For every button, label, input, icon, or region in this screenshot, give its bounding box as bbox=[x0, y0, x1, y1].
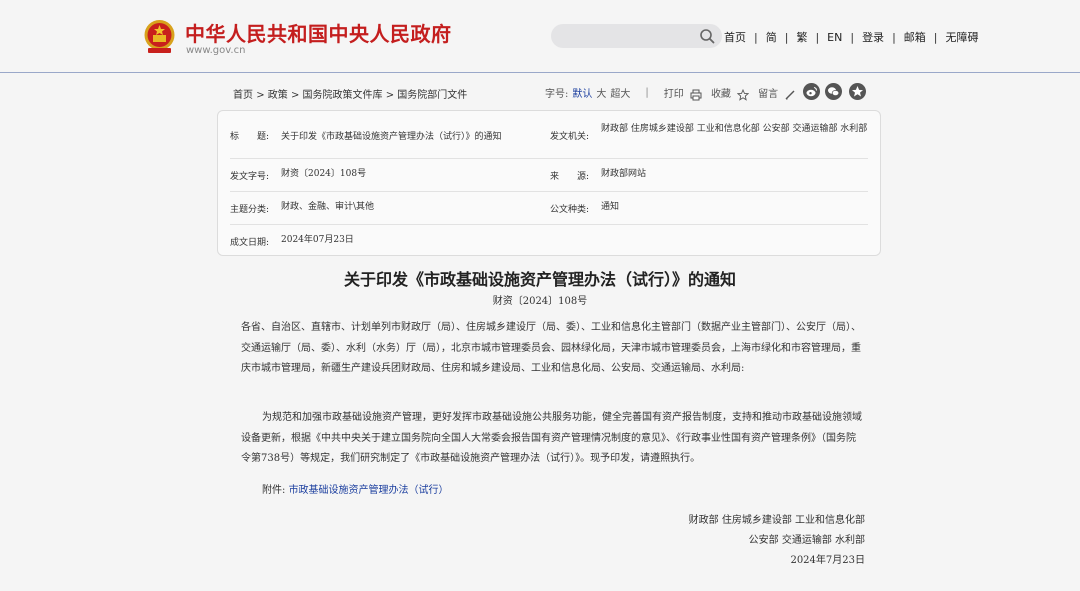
nav-simplified[interactable]: 简 bbox=[766, 29, 777, 45]
document-title: 关于印发《市政基础设施资产管理办法（试行）》的通知 bbox=[343, 270, 736, 289]
metadata-row: 标 题: 关于印发《市政基础设施资产管理办法（试行）》的通知 发文机关: 财政部… bbox=[230, 121, 868, 159]
nav-divider: | bbox=[754, 30, 758, 44]
breadcrumb-home[interactable]: 首页 bbox=[233, 90, 253, 101]
attachment-label: 附件: bbox=[262, 485, 286, 496]
breadcrumb-policy-library[interactable]: 国务院政策文件库 bbox=[303, 90, 383, 101]
nav-traditional[interactable]: 繁 bbox=[796, 29, 807, 45]
signatories-line-1: 财政部 住房城乡建设部 工业和信息化部 bbox=[688, 515, 865, 526]
source-value: 财政部网站 bbox=[601, 169, 647, 179]
comment-label: 留言 bbox=[758, 89, 779, 100]
nav-mailbox[interactable]: 邮箱 bbox=[904, 29, 926, 45]
breadcrumb-separator: > bbox=[256, 90, 265, 101]
source-label: 来 源: bbox=[550, 172, 590, 182]
wechat-icon bbox=[828, 87, 840, 96]
comment-button[interactable]: 留言 bbox=[758, 85, 796, 101]
nav-home[interactable]: 首页 bbox=[724, 29, 746, 45]
national-emblem-icon[interactable] bbox=[143, 19, 176, 55]
issuer-label: 发文机关: bbox=[550, 132, 590, 142]
font-size-large[interactable]: 大 bbox=[596, 85, 606, 100]
nav-divider: | bbox=[815, 30, 820, 44]
site-title[interactable]: 中华人民共和国中央人民政府 bbox=[185, 18, 452, 47]
font-size-default[interactable]: 默认 bbox=[572, 85, 592, 100]
title-value: 关于印发《市政基础设施资产管理办法（试行）》的通知 bbox=[281, 132, 502, 142]
nav-divider: | bbox=[850, 30, 855, 44]
search-icon[interactable] bbox=[699, 28, 715, 44]
font-size-label: 字号: bbox=[545, 89, 569, 101]
pencil-icon bbox=[785, 90, 795, 99]
issuer-value: 财政部 住房城乡建设部 工业和信息化部 公安部 交通运输部 水利部 bbox=[601, 124, 868, 134]
document-recipients: 各省、自治区、直辖市、计划单列市财政厅（局）、住房城乡建设厅（局、委）、工业和信… bbox=[241, 322, 861, 374]
date-value: 2024年07月23日 bbox=[281, 235, 354, 245]
doc-type-label: 公文种类: bbox=[550, 205, 590, 215]
search-input[interactable] bbox=[551, 24, 722, 48]
document-metadata-card: 标 题: 关于印发《市政基础设施资产管理办法（试行）》的通知 发文机关: 财政部… bbox=[217, 110, 881, 256]
breadcrumb-policy[interactable]: 政策 bbox=[268, 90, 288, 101]
favorite-label: 收藏 bbox=[710, 89, 731, 100]
date-label: 成文日期: bbox=[230, 238, 270, 248]
signature-date: 2024年7月23日 bbox=[790, 555, 865, 566]
attachment-link[interactable]: 市政基础设施资产管理办法（试行） bbox=[289, 485, 449, 496]
nav-divider: | bbox=[933, 30, 938, 44]
printer-icon bbox=[690, 89, 702, 100]
print-label: 打印 bbox=[663, 89, 684, 100]
favorite-button[interactable]: 收藏 bbox=[710, 85, 750, 101]
metadata-row: 成文日期: 2024年07月23日 bbox=[230, 225, 868, 255]
nav-english[interactable]: EN bbox=[827, 31, 842, 44]
breadcrumb-department-docs[interactable]: 国务院部门文件 bbox=[397, 90, 467, 101]
doc-type-value: 通知 bbox=[601, 202, 620, 212]
top-navigation: 首页 | 简 | 繁 | EN | 登录 | 邮箱 | 无障碍 bbox=[724, 29, 979, 45]
attachment: 附件: 市政基础设施资产管理办法（试行） bbox=[262, 481, 449, 496]
doc-number-label: 发文字号: bbox=[230, 172, 270, 182]
nav-accessibility[interactable]: 无障碍 bbox=[946, 29, 979, 45]
site-header: 中华人民共和国中央人民政府 www.gov.cn 首页 | 简 | 繁 | EN | 登… bbox=[0, 0, 1080, 73]
breadcrumb-separator: > bbox=[385, 90, 395, 101]
breadcrumb-separator: > bbox=[290, 90, 300, 101]
doc-number-value: 财资〔2024〕108号 bbox=[281, 169, 367, 179]
breadcrumb: 首页 > 政策 > 国务院政策文件库 > 国务院部门文件 bbox=[233, 86, 467, 101]
signatories-line-2: 公安部 交通运输部 水利部 bbox=[748, 535, 865, 546]
metadata-row: 发文字号: 财资〔2024〕108号 来 源: 财政部网站 bbox=[230, 159, 868, 192]
font-size-xlarge[interactable]: 超大 bbox=[610, 85, 630, 100]
weibo-icon bbox=[806, 86, 818, 97]
print-button[interactable]: 打印 bbox=[664, 85, 702, 101]
tools-divider: | bbox=[645, 87, 649, 99]
star-icon bbox=[737, 88, 750, 101]
nav-divider: | bbox=[784, 30, 789, 44]
article-tools: 字号: 默认 大 超大 | 打印 收藏 留言 | bbox=[545, 85, 820, 101]
document-body: 为规范和加强市政基础设施资产管理，更好发挥市政基础设施公共服务功能，健全完善国有… bbox=[241, 412, 862, 464]
site-url: www.gov.cn bbox=[186, 45, 246, 56]
wechat-share-button[interactable] bbox=[825, 83, 842, 100]
topic-label: 主题分类: bbox=[230, 205, 270, 215]
weibo-share-button[interactable] bbox=[803, 83, 820, 100]
qzone-share-button[interactable] bbox=[849, 83, 866, 100]
nav-divider: | bbox=[892, 30, 896, 44]
metadata-row: 主题分类: 财政、金融、审计\其他 公文种类: 通知 bbox=[230, 192, 868, 225]
qzone-icon bbox=[852, 86, 863, 97]
title-label: 标 题: bbox=[230, 132, 270, 142]
topic-value: 财政、金融、审计\其他 bbox=[281, 202, 375, 212]
nav-login[interactable]: 登录 bbox=[862, 29, 884, 45]
document-number: 财资〔2024〕108号 bbox=[492, 296, 588, 307]
